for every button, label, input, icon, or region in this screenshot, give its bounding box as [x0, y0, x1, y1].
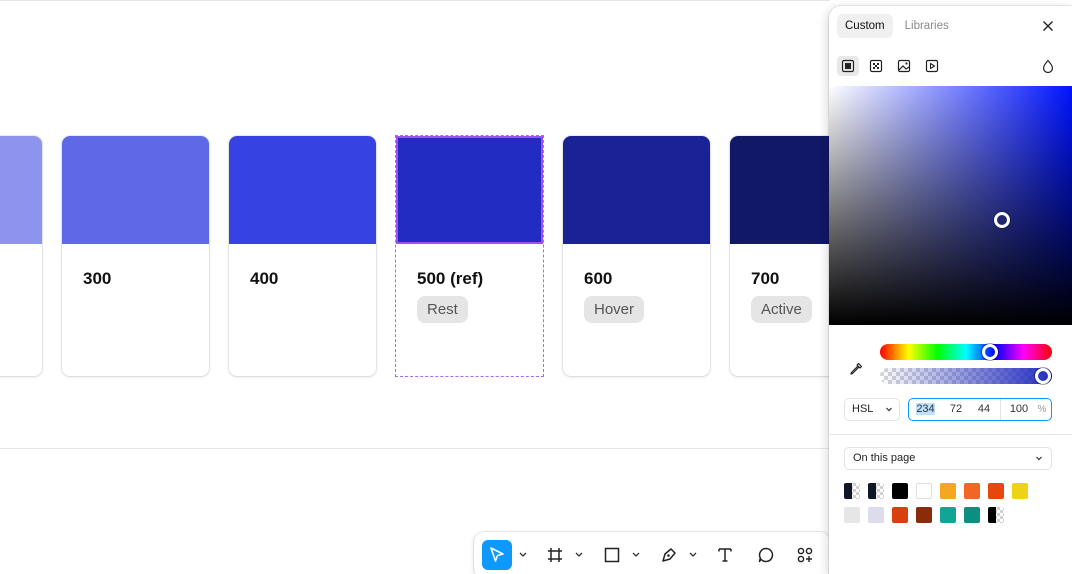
color-swatch[interactable] — [916, 483, 932, 499]
color-swatch[interactable] — [964, 483, 980, 499]
actions-tool[interactable] — [790, 540, 820, 570]
eyedropper-icon — [850, 362, 863, 375]
saturation-input[interactable]: 72 — [942, 399, 970, 420]
frame-tool[interactable] — [540, 540, 570, 570]
color-card[interactable]: 400 — [229, 136, 376, 376]
saturation-lightness-field[interactable] — [829, 86, 1072, 325]
opacity-value: 100 — [1009, 403, 1029, 415]
text-tool[interactable] — [710, 540, 740, 570]
color-swatch[interactable] — [988, 507, 1004, 523]
text-icon — [718, 548, 732, 562]
blend-mode-button[interactable] — [1037, 56, 1059, 76]
color-swatch[interactable] — [964, 507, 980, 523]
gradient-paint-icon — [869, 59, 883, 73]
frame-icon — [548, 548, 562, 562]
lightness-input[interactable]: 44 — [970, 399, 998, 420]
move-tool[interactable] — [482, 540, 512, 570]
library-source-select[interactable]: On this page — [844, 447, 1052, 470]
comment-icon — [758, 547, 774, 563]
gradient-paint-button[interactable] — [865, 56, 887, 76]
panel-divider — [829, 434, 1072, 435]
video-paint-icon — [925, 59, 939, 73]
color-swatch[interactable] — [844, 483, 860, 499]
droplet-icon — [1042, 59, 1054, 73]
bottom-toolbar — [474, 532, 830, 574]
color-model-value: HSL — [852, 403, 874, 415]
solid-paint-icon — [841, 59, 855, 73]
move-tool-menu-caret[interactable] — [518, 547, 528, 563]
video-paint-button[interactable] — [921, 56, 943, 76]
hue-slider[interactable] — [880, 344, 1052, 360]
pen-tool[interactable] — [654, 540, 684, 570]
color-swatch[interactable] — [988, 483, 1004, 499]
chevron-down-icon — [575, 552, 583, 557]
pen-icon — [662, 548, 676, 562]
chevron-down-icon — [632, 552, 640, 557]
color-swatch[interactable] — [844, 507, 860, 523]
color-swatch[interactable] — [1012, 483, 1028, 499]
library-source-value: On this page — [853, 452, 916, 464]
color-swatch[interactable] — [916, 507, 932, 523]
lightness-value: 44 — [977, 403, 991, 415]
color-card-title: 300 — [83, 269, 112, 288]
color-swatch[interactable] — [892, 483, 908, 499]
chevron-down-icon — [1036, 456, 1042, 461]
tab-custom[interactable]: Custom — [837, 14, 893, 38]
state-badge: Hover — [584, 296, 645, 323]
state-badge: Active — [751, 296, 812, 323]
hue-slider-handle[interactable] — [982, 344, 998, 360]
color-card-title: 600 — [584, 269, 613, 288]
tab-libraries[interactable]: Libraries — [897, 14, 957, 38]
color-card-swatch — [62, 136, 209, 244]
color-card[interactable]: 300 — [62, 136, 209, 376]
actions-icon — [797, 547, 813, 563]
chevron-down-icon — [886, 407, 892, 412]
chevron-down-icon — [519, 552, 527, 557]
eyedropper-button[interactable] — [843, 356, 869, 382]
opacity-slider-handle[interactable] — [1035, 368, 1051, 384]
color-swatch[interactable] — [868, 507, 884, 523]
color-card[interactable]: 500 (ref) Rest — [395, 135, 544, 377]
color-card-swatch — [229, 136, 376, 244]
hue-value: 234 — [916, 403, 935, 415]
hsl-value-inputs: 234 72 44 100 % — [908, 398, 1052, 421]
opacity-slider[interactable] — [880, 368, 1052, 384]
saturation-value: 72 — [949, 403, 963, 415]
color-swatch[interactable] — [868, 483, 884, 499]
close-button[interactable] — [1040, 18, 1056, 34]
hue-input[interactable]: 234 — [909, 399, 942, 420]
color-card[interactable]: 600 Hover — [563, 136, 710, 376]
opacity-input[interactable]: 100 — [1001, 399, 1037, 420]
chevron-down-icon — [689, 552, 697, 557]
section-bottom-border — [0, 448, 830, 449]
color-card-title: 700 — [751, 269, 780, 288]
color-swatch[interactable] — [940, 483, 956, 499]
color-swatch[interactable] — [940, 507, 956, 523]
solid-paint-button[interactable] — [837, 56, 859, 76]
pen-tool-menu-caret[interactable] — [688, 547, 698, 563]
color-card-swatch — [396, 136, 543, 244]
state-badge: Rest — [417, 296, 468, 323]
move-icon — [490, 547, 504, 562]
color-card[interactable] — [0, 136, 42, 376]
color-card-title: 500 (ref) — [417, 269, 484, 288]
image-paint-icon — [897, 59, 911, 73]
color-card-swatch — [0, 136, 42, 244]
close-icon — [1043, 21, 1053, 31]
color-card-swatch — [563, 136, 710, 244]
saturation-lightness-handle[interactable] — [994, 212, 1010, 228]
color-swatch[interactable] — [892, 507, 908, 523]
shape-tool-menu-caret[interactable] — [631, 547, 641, 563]
opacity-unit: % — [1037, 404, 1047, 415]
section-top-border — [0, 0, 830, 1]
shape-tool[interactable] — [597, 540, 627, 570]
frame-tool-menu-caret[interactable] — [574, 547, 584, 563]
comment-tool[interactable] — [751, 540, 781, 570]
rectangle-icon — [604, 547, 620, 563]
color-card-title: 400 — [250, 269, 279, 288]
color-picker-panel: Custom Libraries HSL 234 72 44 100 % On … — [829, 6, 1072, 574]
color-picker-tabs: Custom Libraries — [837, 14, 957, 38]
color-model-select[interactable]: HSL — [844, 398, 900, 421]
image-paint-button[interactable] — [893, 56, 915, 76]
